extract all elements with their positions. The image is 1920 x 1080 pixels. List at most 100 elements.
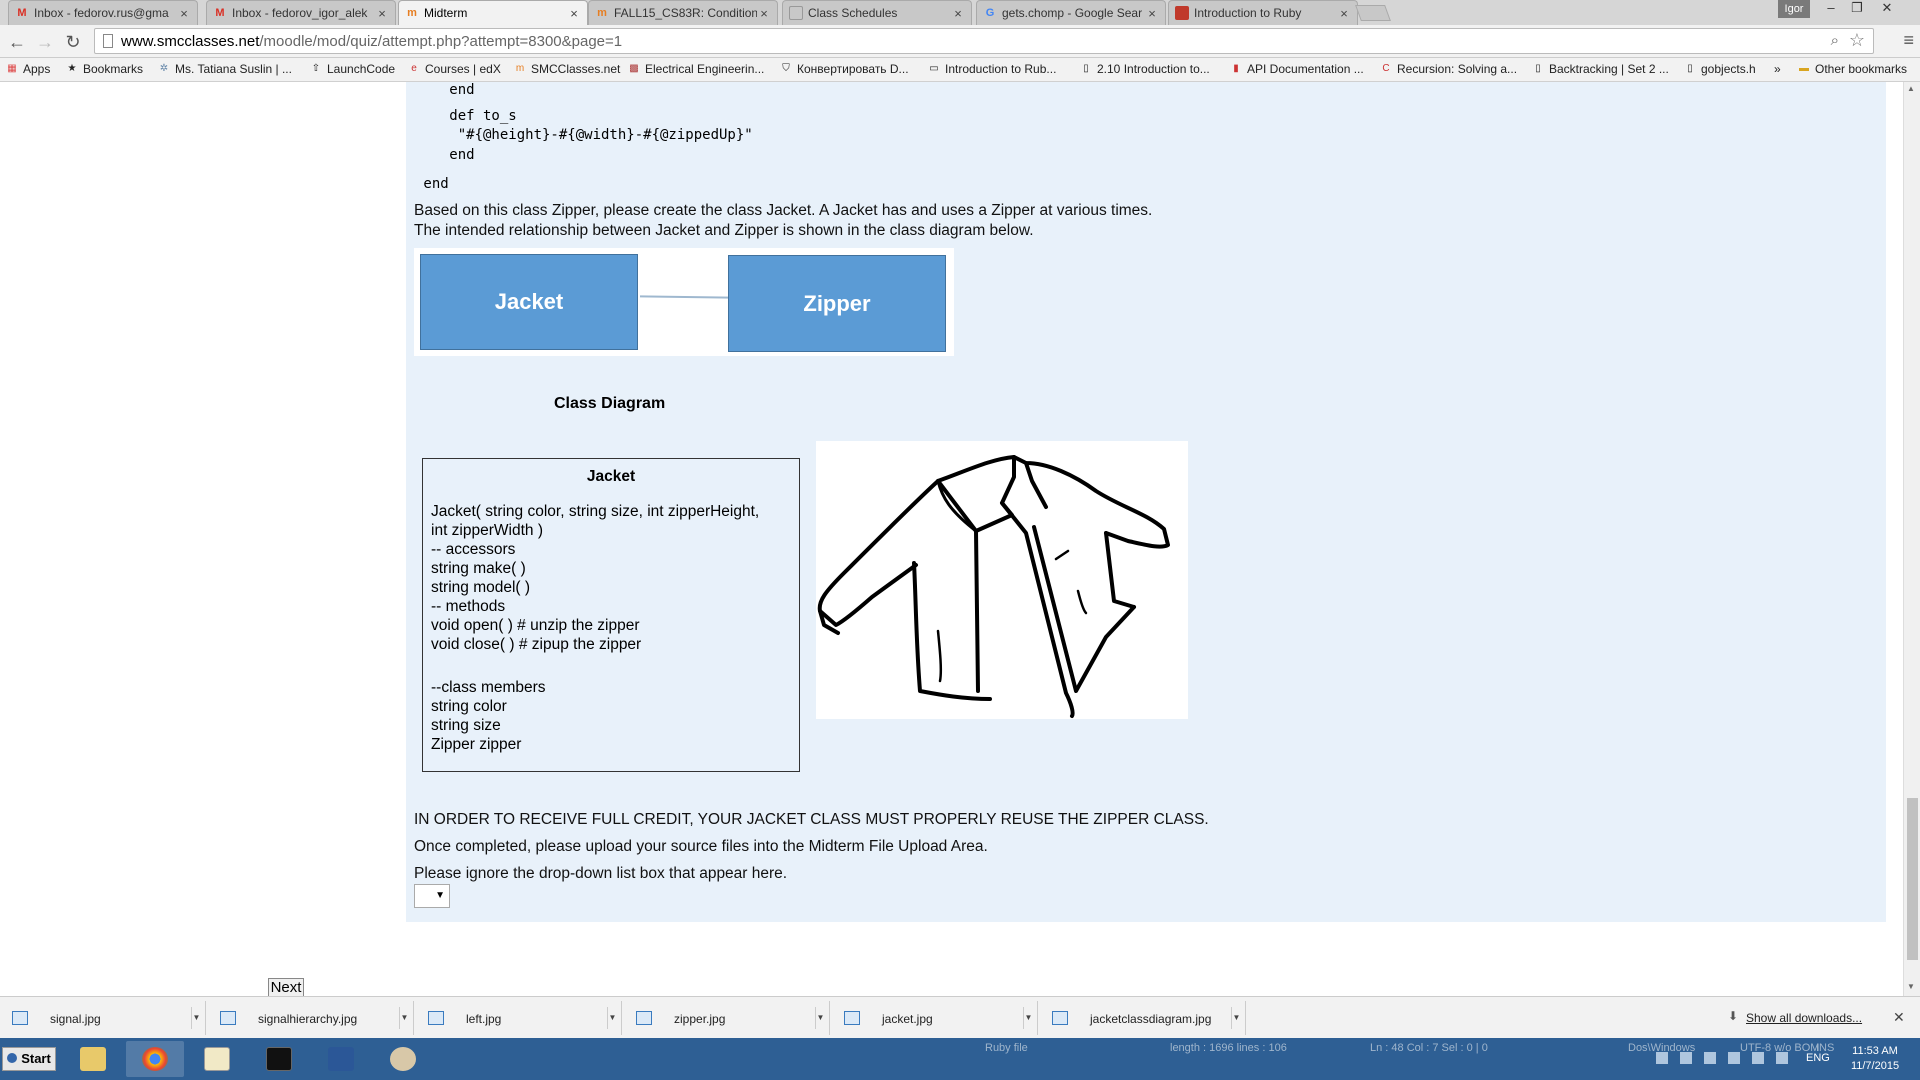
close-tab-icon[interactable]: ×	[1145, 6, 1159, 21]
tab-intro-ruby[interactable]: Introduction to Ruby ×	[1168, 0, 1358, 25]
close-tab-icon[interactable]: ×	[757, 6, 771, 21]
class-line: -- accessors	[431, 541, 516, 558]
restore-icon[interactable]: ❐	[1844, 0, 1870, 20]
new-tab-button[interactable]	[1355, 5, 1391, 21]
user-badge[interactable]: Igor	[1778, 0, 1810, 18]
tab-title: Inbox - fedorov_igor_alek	[232, 6, 368, 20]
image-file-icon	[636, 1011, 652, 1025]
close-tab-icon[interactable]: ×	[1337, 6, 1351, 21]
tray-icon[interactable]	[1680, 1052, 1692, 1064]
class-line: int zipperWidth )	[431, 522, 543, 539]
bookmark-backtracking[interactable]: ▯ Backtracking | Set 2 ...	[1532, 62, 1669, 76]
tab-midterm[interactable]: m Midterm ×	[398, 0, 588, 25]
tab-google-search[interactable]: G gets.chomp - Google Sear ×	[976, 0, 1166, 25]
reload-icon[interactable]: ↻	[62, 31, 84, 53]
url-path: /moodle/mod/quiz/attempt.php?attempt=830…	[259, 33, 623, 50]
chevron-down-icon[interactable]: ▼	[399, 1007, 409, 1029]
download-item[interactable]: zipper.jpg ▼	[624, 1001, 830, 1035]
tab-gmail-1[interactable]: M Inbox - fedorov.rus@gma ×	[8, 0, 198, 25]
tray-icon[interactable]	[1704, 1052, 1716, 1064]
bookmark-star-icon[interactable]: ☆	[1849, 30, 1865, 51]
chevron-down-icon[interactable]: ▼	[607, 1007, 617, 1029]
code-line: def to_s	[424, 108, 517, 124]
close-window-icon[interactable]: ✕	[1874, 0, 1900, 20]
network-icon[interactable]	[1752, 1052, 1764, 1064]
scroll-down-icon[interactable]: ▼	[1907, 982, 1915, 991]
bookmark-other[interactable]: ▬ Other bookmarks	[1798, 62, 1907, 76]
bookmark-label: 2.10 Introduction to...	[1097, 62, 1210, 76]
bookmark-recursion[interactable]: C Recursion: Solving a...	[1380, 62, 1517, 76]
moodle-icon: m	[597, 7, 607, 19]
bookmark-smcclasses[interactable]: m SMCClasses.net	[514, 62, 621, 76]
windows-taskbar: Start Ruby file length : 1696 lines : 10…	[0, 1038, 1920, 1080]
bookmarks-overflow[interactable]: »	[1774, 62, 1781, 76]
address-bar[interactable]: www.smcclasses.net/moodle/mod/quiz/attem…	[94, 28, 1874, 54]
bookmark-tatiana[interactable]: ✲ Ms. Tatiana Suslin | ...	[158, 62, 292, 76]
close-tab-icon[interactable]: ×	[177, 6, 191, 21]
bookmark-intro-ruby[interactable]: ▭ Introduction to Rub...	[928, 62, 1056, 76]
moodle-icon: m	[515, 63, 525, 74]
class-line: --class members	[431, 679, 546, 696]
bookmark-convert[interactable]: ⛉ Конвертировать D...	[780, 62, 908, 76]
close-tab-icon[interactable]: ×	[375, 6, 389, 21]
language-indicator[interactable]: ENG	[1806, 1052, 1830, 1064]
close-tab-icon[interactable]: ×	[567, 6, 581, 21]
notepad-taskbar-icon[interactable]	[188, 1041, 246, 1077]
download-item[interactable]: signal.jpg ▼	[0, 1001, 206, 1035]
explorer-taskbar-icon[interactable]	[64, 1041, 122, 1077]
show-all-downloads-link[interactable]: Show all downloads...	[1746, 1011, 1862, 1025]
jacket-image	[816, 441, 1188, 719]
bookmark-bookmarks[interactable]: ★ Bookmarks	[66, 62, 144, 76]
minimize-icon[interactable]: –	[1818, 0, 1844, 20]
bookmark-gobjects[interactable]: ▯ gobjects.h	[1684, 62, 1755, 76]
volume-icon[interactable]	[1776, 1052, 1788, 1064]
tab-fall15[interactable]: m FALL15_CS83R: Condition ×	[588, 0, 778, 25]
download-item[interactable]: jacketclassdiagram.jpg ▼	[1040, 1001, 1246, 1035]
menu-icon[interactable]: ≡	[1903, 30, 1914, 51]
status-length: length : 1696 lines : 106	[1170, 1042, 1287, 1054]
forward-icon[interactable]: →	[34, 31, 56, 53]
bookmark-2-10[interactable]: ▯ 2.10 Introduction to...	[1080, 62, 1210, 76]
download-item[interactable]: jacket.jpg ▼	[832, 1001, 1038, 1035]
bookmark-edx[interactable]: e Courses | edX	[408, 62, 501, 76]
url-text[interactable]: www.smcclasses.net/moodle/mod/quiz/attem…	[121, 33, 622, 50]
tab-strip: M Inbox - fedorov.rus@gma × M Inbox - fe…	[0, 0, 1920, 25]
tab-gmail-2[interactable]: M Inbox - fedorov_igor_alek ×	[206, 0, 396, 25]
tray-icon[interactable]	[1656, 1052, 1668, 1064]
zoom-icon[interactable]: ⌕	[1831, 32, 1839, 49]
close-icon[interactable]: ✕	[1893, 1009, 1905, 1026]
next-button[interactable]: Next	[268, 978, 304, 996]
tab-class-schedules[interactable]: Class Schedules ×	[782, 0, 972, 25]
chevron-down-icon[interactable]: ▼	[815, 1007, 825, 1029]
clock[interactable]: 11:53 AM 11/7/2015	[1840, 1044, 1910, 1074]
download-item[interactable]: left.jpg ▼	[416, 1001, 622, 1035]
download-item[interactable]: signalhierarchy.jpg ▼	[208, 1001, 414, 1035]
site-icon: ▩	[629, 63, 639, 74]
paint-taskbar-icon[interactable]	[374, 1041, 432, 1077]
scroll-thumb[interactable]	[1907, 798, 1918, 960]
cs-icon: C	[1382, 63, 1390, 74]
diagram-caption: Class Diagram	[554, 395, 666, 412]
chrome-taskbar-icon[interactable]	[126, 1041, 184, 1077]
scrollbar[interactable]: ▲ ▼	[1903, 82, 1920, 996]
chevron-down-icon[interactable]: ▼	[1023, 1007, 1033, 1029]
bookmark-apps[interactable]: ▦ Apps	[6, 62, 50, 76]
status-file-type: Ruby file	[985, 1042, 1028, 1054]
cmd-taskbar-icon[interactable]	[250, 1041, 308, 1077]
scroll-up-icon[interactable]: ▲	[1907, 84, 1915, 93]
dropdown-select[interactable]: ▼	[414, 884, 450, 908]
class-line: string color	[431, 698, 507, 715]
flag-icon[interactable]	[1728, 1052, 1740, 1064]
back-icon[interactable]: ←	[6, 31, 28, 53]
bookmarks-bar: ▦ Apps ★ Bookmarks ✲ Ms. Tatiana Suslin | .…	[0, 58, 1920, 82]
image-file-icon	[12, 1011, 28, 1025]
chevron-down-icon[interactable]: ▼	[1231, 1007, 1241, 1029]
class-line: Zipper zipper	[431, 736, 522, 753]
start-button[interactable]: Start	[2, 1047, 56, 1071]
close-tab-icon[interactable]: ×	[951, 6, 965, 21]
bookmark-electrical[interactable]: ▩ Electrical Engineerin...	[628, 62, 764, 76]
bookmark-api-docs[interactable]: ▮ API Documentation ...	[1230, 62, 1364, 76]
bookmark-launchcode[interactable]: ⇧ LaunchCode	[310, 62, 395, 76]
chevron-down-icon[interactable]: ▼	[191, 1007, 201, 1029]
word-taskbar-icon[interactable]	[312, 1041, 370, 1077]
